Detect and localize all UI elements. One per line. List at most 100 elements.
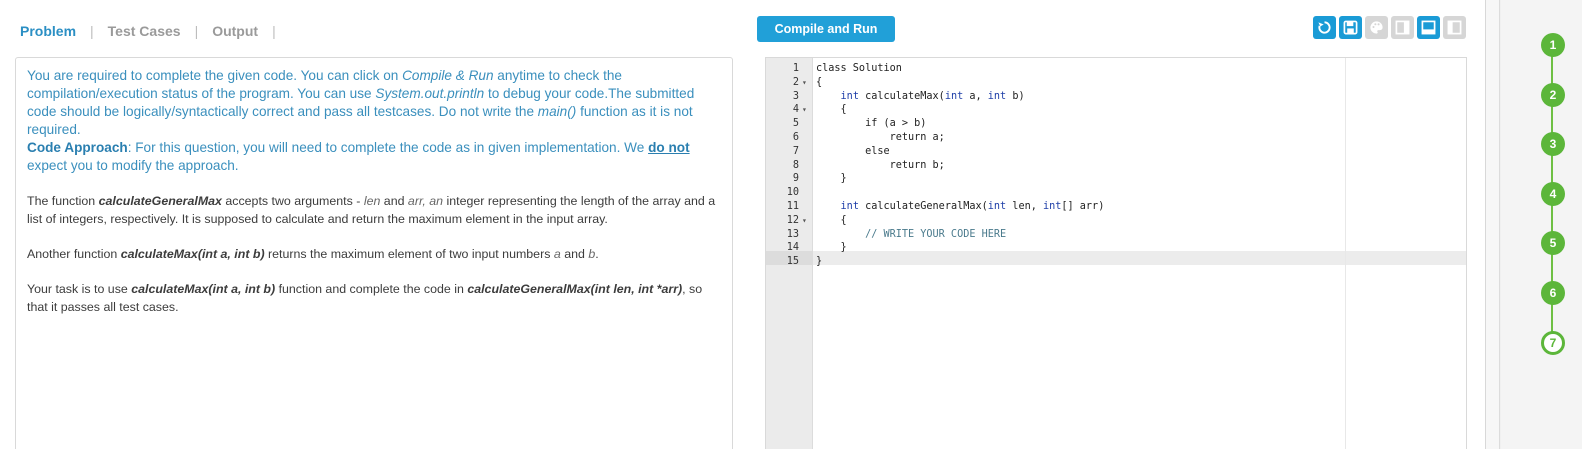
approach-do-not: do not [648, 140, 690, 155]
code-text: { [816, 104, 847, 116]
theme-palette-icon[interactable] [1365, 16, 1388, 39]
code-line[interactable]: 12 ▾ { [766, 214, 1466, 228]
step-rail [1501, 0, 1582, 449]
code-text: // WRITE YOUR CODE HERE [816, 228, 1007, 240]
code-line[interactable]: 10 [766, 186, 1466, 200]
approach-text: : For this question, you will need to co… [127, 140, 649, 155]
tab-separator: | [90, 23, 94, 39]
code-line[interactable]: 7 else [766, 145, 1466, 159]
code-text: } [816, 256, 823, 268]
line-number: 10 [786, 187, 799, 199]
line-number: 8 [792, 159, 799, 171]
fn-name: calculateMax(int a, int b) [120, 247, 265, 261]
code-text: class Solution [816, 63, 902, 74]
code-line[interactable]: 1 class Solution [766, 62, 1466, 76]
code-line[interactable]: 5 if (a > b) [766, 117, 1466, 131]
var-name: len [363, 194, 381, 208]
layout-side-icon[interactable] [1443, 16, 1466, 39]
code-text: return a; [816, 132, 945, 143]
code-line[interactable]: 9 } [766, 172, 1466, 186]
line-number: 6 [792, 132, 799, 143]
code-text: { [816, 76, 823, 88]
layout-split-icon[interactable] [1391, 16, 1414, 39]
code-line[interactable]: 6 return a; [766, 131, 1466, 145]
fold-toggle-icon[interactable]: ▾ [802, 76, 807, 90]
desc-text: and [380, 194, 408, 208]
desc-text: The function [27, 194, 99, 208]
desc-text: Your task is to use [27, 282, 132, 296]
line-number: 4 [792, 104, 799, 116]
desc-text: . [595, 247, 599, 261]
instr-compile-run: Compile & Run [402, 68, 494, 83]
code-text: else [816, 145, 890, 157]
tab-output[interactable]: Output [212, 23, 258, 39]
desc-text: and [560, 247, 589, 261]
save-icon[interactable] [1339, 16, 1362, 39]
code-line[interactable]: 2 ▾ { [766, 76, 1466, 90]
line-number: 2 [792, 76, 799, 88]
step-1[interactable]: 1 [1541, 33, 1565, 57]
description-paragraph-2: Another function calculateMax(int a, int… [27, 245, 720, 263]
description-paragraph-1: The function calculateGeneralMax accepts… [27, 192, 720, 228]
code-text: } [816, 242, 847, 254]
instr-println: System.out.println [375, 86, 485, 101]
code-approach-label: Code Approach [27, 140, 128, 155]
fn-name: calculateGeneralMax(int len, int *arr) [467, 282, 683, 296]
step-3[interactable]: 3 [1541, 132, 1565, 157]
code-line[interactable]: 14 } [766, 241, 1466, 255]
line-number: 13 [786, 228, 799, 240]
fn-name: calculateGeneralMax [98, 194, 222, 208]
code-line[interactable]: 3 int calculateMax(int a, int b) [766, 90, 1466, 104]
editor-toolbar [1313, 16, 1466, 39]
approach-text: expect you to modify the approach. [27, 158, 239, 173]
desc-text: accepts two arguments - [221, 194, 364, 208]
code-text: int calculateGeneralMax(int len, int[] a… [840, 201, 1105, 212]
tab-bar: Problem | Test Cases | Output | [20, 21, 290, 41]
step-4[interactable]: 4 [1541, 181, 1565, 206]
instructions: You are required to complete the given c… [27, 67, 720, 175]
code-text: return b; [816, 159, 945, 171]
tab-separator: | [272, 23, 276, 39]
panel-edge [1486, 0, 1500, 449]
line-number: 15 [786, 256, 799, 268]
code-line[interactable]: 4 ▾ { [766, 103, 1466, 117]
code-text: { [816, 214, 847, 226]
tab-test-cases[interactable]: Test Cases [108, 23, 181, 39]
code-line[interactable]: 15} [766, 255, 1466, 269]
tab-separator: | [194, 23, 199, 39]
instr-main: main() [537, 104, 577, 119]
line-number: 12 [786, 214, 799, 226]
step-6[interactable]: 6 [1541, 281, 1565, 305]
desc-text: Another function [27, 247, 121, 261]
code-text: int calculateMax(int a, int b) [840, 90, 1025, 102]
code-line[interactable]: 13 // WRITE YOUR CODE HERE [766, 228, 1466, 242]
layout-bottom-icon[interactable] [1417, 16, 1440, 39]
code-text: } [816, 173, 847, 185]
line-number: 3 [792, 90, 799, 102]
code-text: if (a > b) [816, 118, 927, 130]
line-number: 7 [792, 145, 799, 157]
compile-and-run-button[interactable]: Compile and Run [757, 16, 895, 42]
reset-icon[interactable] [1313, 16, 1336, 39]
line-number: 11 [786, 201, 799, 212]
var-name: arr, an [407, 194, 444, 208]
line-number: 1 [792, 63, 799, 74]
step-2[interactable]: 2 [1541, 82, 1565, 107]
description-paragraph-3: Your task is to use calculateMax(int a, … [27, 280, 720, 316]
problem-statement: You are required to complete the given c… [15, 57, 733, 449]
line-number: 5 [792, 118, 799, 130]
line-number: 14 [786, 242, 799, 254]
var-name: a [553, 247, 561, 261]
desc-text: returns the maximum element of two input… [264, 247, 554, 261]
tab-problem[interactable]: Problem [20, 23, 76, 39]
fn-name: calculateMax(int a, int b) [131, 282, 276, 296]
desc-text: function and complete the code in [275, 282, 468, 296]
step-7[interactable]: 7 [1541, 330, 1565, 355]
code-line[interactable]: 8 return b; [766, 159, 1466, 173]
fold-toggle-icon[interactable]: ▾ [802, 214, 807, 228]
code-line[interactable]: 11 int calculateGeneralMax(int len, int[… [766, 200, 1466, 214]
instr-text: You are required to complete the given c… [27, 68, 403, 83]
fold-toggle-icon[interactable]: ▾ [802, 103, 807, 117]
line-number: 9 [792, 173, 799, 185]
code-editor[interactable]: 1 class Solution 2 ▾{3 int calculateMax(int… [765, 57, 1467, 449]
